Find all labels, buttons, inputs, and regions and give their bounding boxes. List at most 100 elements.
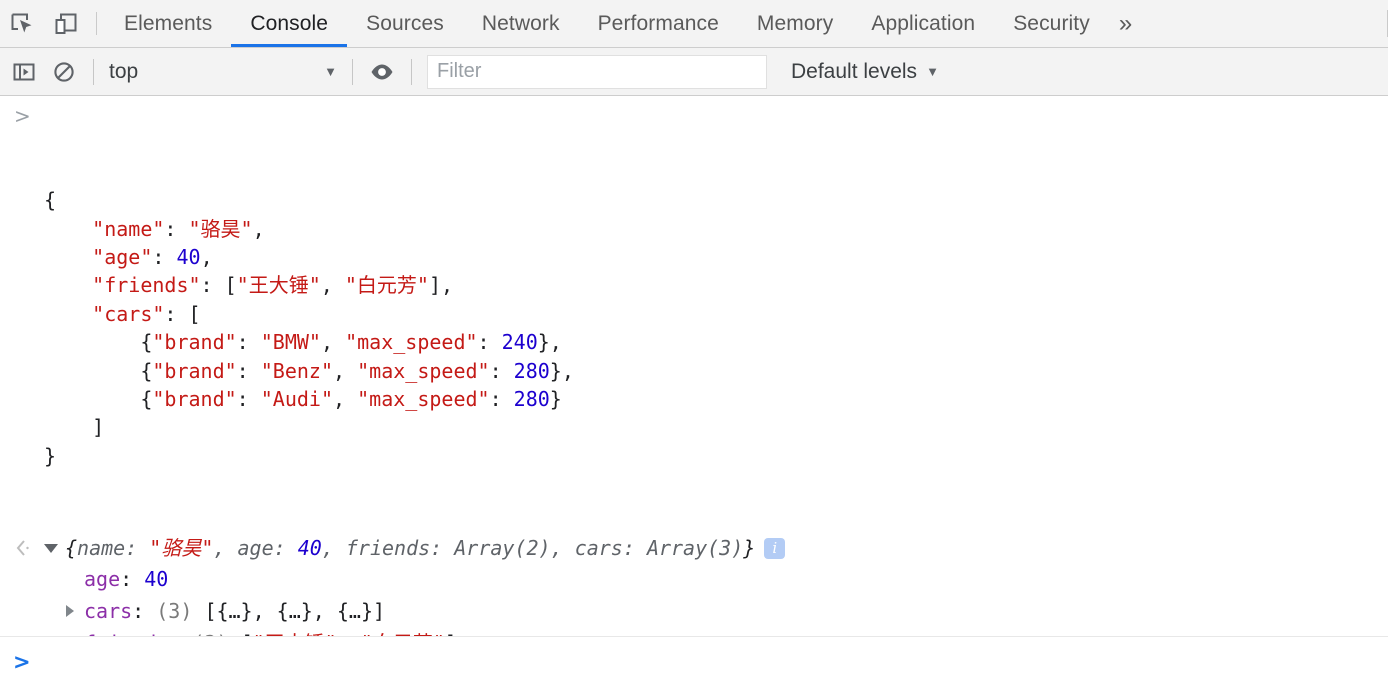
- result-preview-row[interactable]: {name: "骆昊", age: 40, friends: Array(2),…: [44, 533, 1388, 563]
- code-token: : [: [200, 273, 237, 298]
- inspect-element-icon[interactable]: [0, 0, 44, 47]
- property-count: (3): [156, 599, 205, 624]
- execution-context-value: top: [109, 59, 139, 83]
- console-command-message[interactable]: > { "name": "骆昊", "age": 40, "friends": …: [0, 96, 1388, 527]
- command-source-code: { "name": "骆昊", "age": 40, "friends": ["…: [44, 186, 1388, 470]
- prompt-chevron-icon: >: [13, 650, 31, 674]
- toolbar-divider: [352, 58, 353, 85]
- log-levels-select[interactable]: Default levels ▼: [791, 60, 945, 84]
- command-line: "name": "骆昊",: [44, 215, 1388, 243]
- chevron-down-icon: ▼: [324, 64, 337, 79]
- preview-separator: ,: [321, 536, 346, 561]
- code-token: 40: [176, 245, 201, 270]
- tab-label: Performance: [597, 11, 719, 35]
- code-token: :: [164, 216, 189, 241]
- command-line: }: [44, 442, 1388, 470]
- property-value: 40: [144, 567, 169, 592]
- code-token: "cars": [92, 301, 165, 326]
- code-token: :: [236, 358, 261, 383]
- code-token: ,: [320, 330, 346, 355]
- property-name: cars: [84, 599, 133, 624]
- code-token: "brand": [152, 330, 237, 355]
- code-token: "brand": [152, 358, 237, 383]
- tab-label: Console: [250, 11, 329, 35]
- toolbar-divider: [96, 12, 97, 35]
- code-token: :: [477, 330, 502, 355]
- code-token: ,: [333, 387, 358, 412]
- code-token: 280: [513, 358, 550, 383]
- console-prompt-input[interactable]: [31, 647, 1388, 677]
- execution-context-select[interactable]: top ▼: [103, 57, 343, 87]
- console-result-message[interactable]: {name: "骆昊", age: 40, friends: Array(2),…: [0, 533, 1388, 636]
- preview-value: "骆昊": [149, 536, 214, 561]
- toolbar-divider: [93, 58, 94, 85]
- clear-console-icon[interactable]: [44, 52, 84, 92]
- preview-brace: }: [743, 536, 756, 561]
- preview-brace: {: [65, 536, 78, 561]
- tab-security[interactable]: Security: [994, 0, 1109, 47]
- preview-key: friends:: [345, 536, 455, 561]
- tab-application[interactable]: Application: [852, 0, 994, 47]
- output-arrow-icon: [16, 540, 29, 556]
- preview-separator: ,: [213, 536, 238, 561]
- live-expression-eye-icon[interactable]: [362, 52, 402, 92]
- tab-console[interactable]: Console: [231, 0, 347, 47]
- disclosure-triangle-collapsed-icon[interactable]: [66, 605, 84, 618]
- tab-label: Elements: [124, 11, 213, 35]
- preview-value: Array(2): [454, 536, 551, 561]
- code-token: :: [152, 245, 177, 270]
- code-token: }: [549, 387, 562, 412]
- array-item: "白元芳": [361, 631, 445, 636]
- tab-performance[interactable]: Performance: [579, 0, 738, 47]
- code-token: {: [44, 330, 153, 355]
- bracket: [: [241, 631, 253, 636]
- disclosure-triangle-expanded-icon[interactable]: [44, 543, 58, 553]
- code-token: "Audi": [260, 387, 334, 412]
- code-token: ,: [252, 216, 265, 241]
- tab-elements[interactable]: Elements: [105, 0, 231, 47]
- tab-label: Sources: [366, 11, 444, 35]
- filter-placeholder: Filter: [437, 60, 482, 82]
- command-line: ]: [44, 413, 1388, 441]
- console-prompt-row[interactable]: >: [0, 637, 1388, 687]
- console-message-list: > { "name": "骆昊", "age": 40, "friends": …: [0, 96, 1388, 636]
- code-token: },: [537, 330, 562, 355]
- property-separator: :: [120, 567, 145, 592]
- code-token: "max_speed": [357, 358, 490, 383]
- code-token: ,: [200, 245, 213, 270]
- code-token: "王大锤": [236, 273, 321, 298]
- devtools-panel-tabbar: Elements Console Sources Network Perform…: [0, 0, 1388, 48]
- code-token: "白元芳": [344, 273, 429, 298]
- code-token: :: [489, 358, 514, 383]
- preview-key: cars:: [574, 536, 647, 561]
- code-token: {: [44, 188, 57, 213]
- property-count: (2): [192, 627, 240, 636]
- info-badge-icon[interactable]: i: [764, 537, 786, 559]
- tab-memory[interactable]: Memory: [738, 0, 852, 47]
- code-token: {: [44, 387, 153, 412]
- object-property-row[interactable]: age: 40: [66, 563, 1388, 595]
- property-separator: :: [132, 599, 157, 624]
- log-levels-value: Default levels: [791, 59, 918, 83]
- chevron-down-icon: ▼: [926, 64, 939, 79]
- console-filter-input[interactable]: Filter: [427, 54, 767, 89]
- device-toolbar-icon[interactable]: [44, 0, 88, 47]
- code-token: "name": [92, 216, 165, 241]
- command-line: "friends": ["王大锤", "白元芳"],: [44, 271, 1388, 299]
- property-name: age: [84, 567, 121, 592]
- console-sidebar-icon[interactable]: [4, 52, 44, 92]
- code-token: ,: [333, 358, 358, 383]
- more-tabs-chevron-icon[interactable]: »: [1109, 0, 1146, 47]
- tab-network[interactable]: Network: [463, 0, 579, 47]
- code-token: "brand": [152, 387, 237, 412]
- tab-label: Network: [481, 11, 560, 35]
- panel-tab-list: Elements Console Sources Network Perform…: [105, 0, 1387, 47]
- code-token: ,: [320, 273, 345, 298]
- code-token: "骆昊": [188, 216, 253, 241]
- tab-sources[interactable]: Sources: [347, 0, 463, 47]
- object-property-row[interactable]: friends: (2) ["王大锤", "白元芳"]: [66, 627, 1388, 636]
- object-property-row[interactable]: cars: (3) [{…}, {…}, {…}]: [66, 595, 1388, 627]
- code-token: :: [236, 330, 261, 355]
